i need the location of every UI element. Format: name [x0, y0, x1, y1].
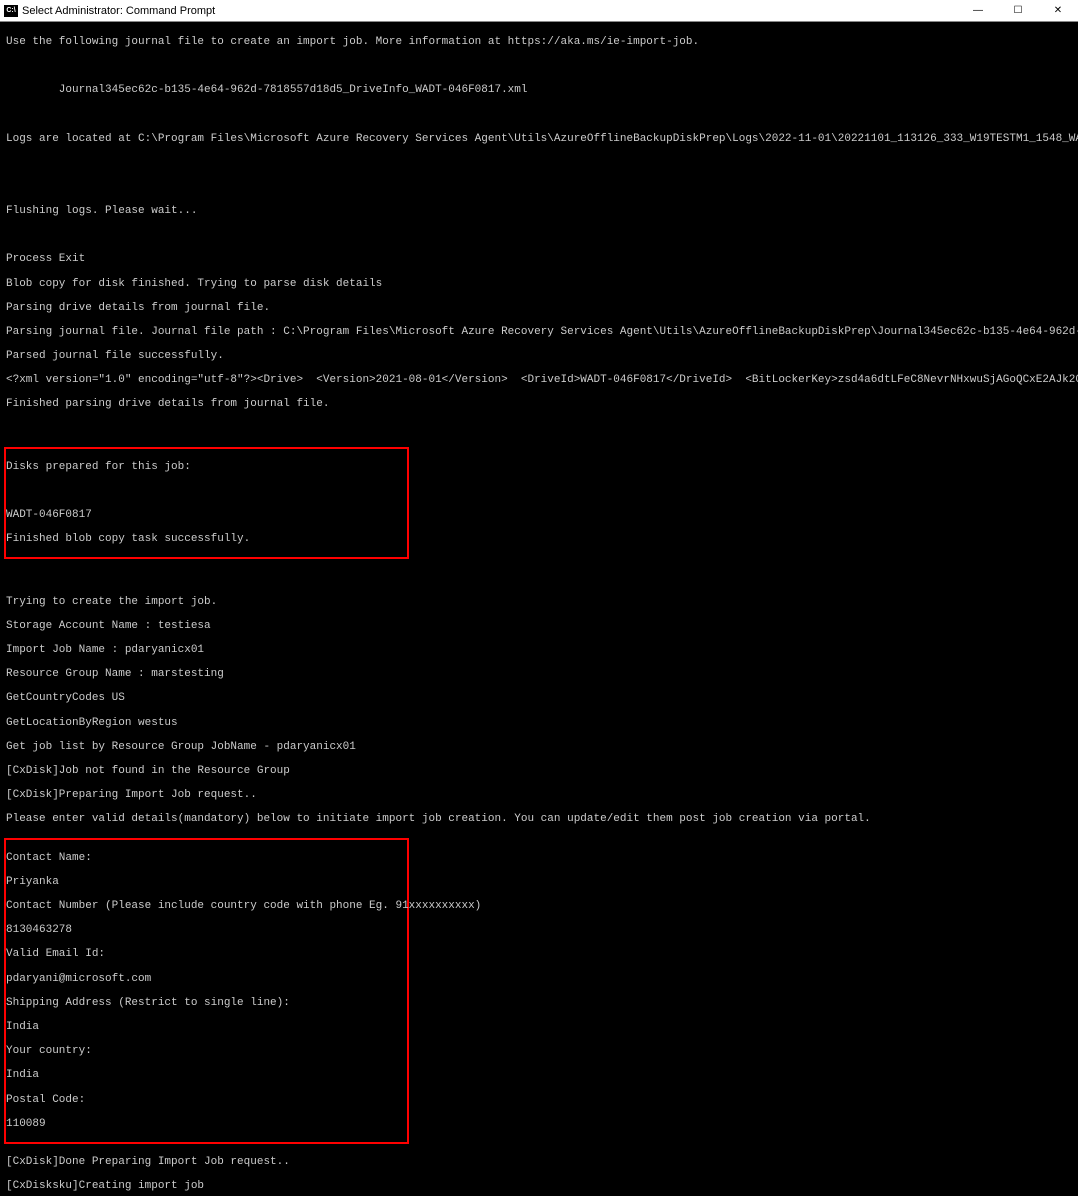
output-line: Parsed journal file successfully.	[6, 350, 1072, 362]
highlight-disks-prepared: Disks prepared for this job: WADT-046F08…	[4, 447, 409, 560]
window-title: Select Administrator: Command Prompt	[22, 5, 958, 17]
output-line: [CxDisk]Job not found in the Resource Gr…	[6, 765, 1072, 777]
output-line: Import Job Name : pdaryanicx01	[6, 644, 1072, 656]
title-bar: C:\ Select Administrator: Command Prompt…	[0, 0, 1078, 22]
output-line: Storage Account Name : testiesa	[6, 620, 1072, 632]
highlight-contact-details: Contact Name: Priyanka Contact Number (P…	[4, 838, 409, 1144]
output-line: Flushing logs. Please wait...	[6, 205, 1072, 217]
output-line: pdaryani@microsoft.com	[6, 973, 407, 985]
output-line	[6, 572, 1072, 584]
output-line: GetCountryCodes US	[6, 692, 1072, 704]
output-line: Please enter valid details(mandatory) be…	[6, 813, 1072, 825]
output-line: Logs are located at C:\Program Files\Mic…	[6, 133, 1072, 145]
output-line: Your country:	[6, 1045, 407, 1057]
output-line: Contact Number (Please include country c…	[6, 900, 407, 912]
output-line: 8130463278	[6, 924, 407, 936]
output-line	[6, 423, 1072, 435]
output-line: Journal345ec62c-b135-4e64-962d-7818557d1…	[6, 84, 1072, 96]
output-line: <?xml version="1.0" encoding="utf-8"?><D…	[6, 374, 1072, 386]
maximize-button[interactable]: ☐	[998, 0, 1038, 22]
output-line: Get job list by Resource Group JobName -…	[6, 741, 1072, 753]
output-line	[6, 485, 407, 497]
output-line	[6, 181, 1072, 193]
output-line: Priyanka	[6, 876, 407, 888]
output-line: [CxDisk]Done Preparing Import Job reques…	[6, 1156, 1072, 1168]
output-line: Postal Code:	[6, 1094, 407, 1106]
output-line: Valid Email Id:	[6, 948, 407, 960]
output-line: Blob copy for disk finished. Trying to p…	[6, 278, 1072, 290]
output-line: 110089	[6, 1118, 407, 1130]
output-line: Finished blob copy task successfully.	[6, 533, 407, 545]
window-controls: — ☐ ✕	[958, 0, 1078, 22]
output-line: [CxDisksku]Creating import job	[6, 1180, 1072, 1192]
output-line: GetLocationByRegion westus	[6, 717, 1072, 729]
output-line: India	[6, 1069, 407, 1081]
output-line	[6, 229, 1072, 241]
output-line: India	[6, 1021, 407, 1033]
output-line: Parsing journal file. Journal file path …	[6, 326, 1072, 338]
output-line: Disks prepared for this job:	[6, 461, 407, 473]
output-line: Finished parsing drive details from jour…	[6, 398, 1072, 410]
output-line: Contact Name:	[6, 852, 407, 864]
terminal-output[interactable]: Use the following journal file to create…	[0, 22, 1078, 1196]
output-line: [CxDisk]Preparing Import Job request..	[6, 789, 1072, 801]
close-button[interactable]: ✕	[1038, 0, 1078, 22]
cmd-icon: C:\	[4, 5, 18, 17]
output-line: Shipping Address (Restrict to single lin…	[6, 997, 407, 1009]
output-line: Process Exit	[6, 253, 1072, 265]
output-line: Trying to create the import job.	[6, 596, 1072, 608]
output-line	[6, 109, 1072, 121]
output-line: WADT-046F0817	[6, 509, 407, 521]
output-line	[6, 157, 1072, 169]
output-line: Parsing drive details from journal file.	[6, 302, 1072, 314]
output-line: Resource Group Name : marstesting	[6, 668, 1072, 680]
minimize-button[interactable]: —	[958, 0, 998, 22]
output-line: Use the following journal file to create…	[6, 36, 1072, 48]
output-line	[6, 60, 1072, 72]
